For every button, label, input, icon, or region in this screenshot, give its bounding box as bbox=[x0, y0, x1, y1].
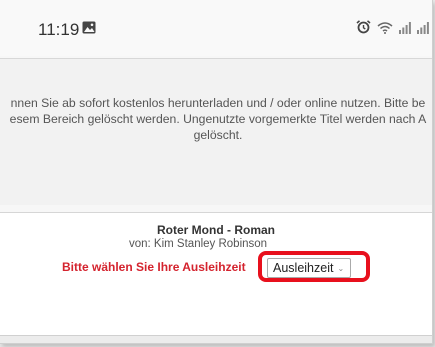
phone-screen: 11:19 nnen Sie ab sofort kostenlos herun… bbox=[0, 0, 433, 344]
book-title: Roter Mond - Roman bbox=[157, 223, 275, 237]
status-time: 11:19 bbox=[38, 20, 80, 39]
book-author: von: Kim Stanley Robinson bbox=[129, 238, 268, 250]
highlight-box bbox=[258, 251, 370, 282]
loan-period-prompt: Bitte wählen Sie Ihre Ausleihzeit bbox=[62, 260, 246, 274]
info-text: nnen Sie ab sofort kostenlos herunterlad… bbox=[0, 95, 432, 143]
status-bar: 11:19 bbox=[0, 0, 432, 56]
status-icons bbox=[356, 20, 432, 39]
bottom-strip bbox=[0, 335, 432, 343]
alarm-icon bbox=[356, 20, 371, 39]
info-line: nnen Sie ab sofort kostenlos herunterlad… bbox=[10, 96, 426, 110]
info-section: nnen Sie ab sofort kostenlos herunterlad… bbox=[0, 59, 432, 205]
signal-icon bbox=[417, 21, 429, 39]
wifi-icon bbox=[377, 21, 393, 39]
signal-icon bbox=[399, 21, 411, 39]
book-item: Roter Mond - Roman von: Kim Stanley Robi… bbox=[0, 213, 432, 335]
gallery-icon bbox=[82, 21, 96, 39]
info-line: gelöscht. bbox=[193, 128, 243, 142]
info-line: esem Bereich gelöscht werden. Ungenutzte… bbox=[9, 112, 427, 126]
